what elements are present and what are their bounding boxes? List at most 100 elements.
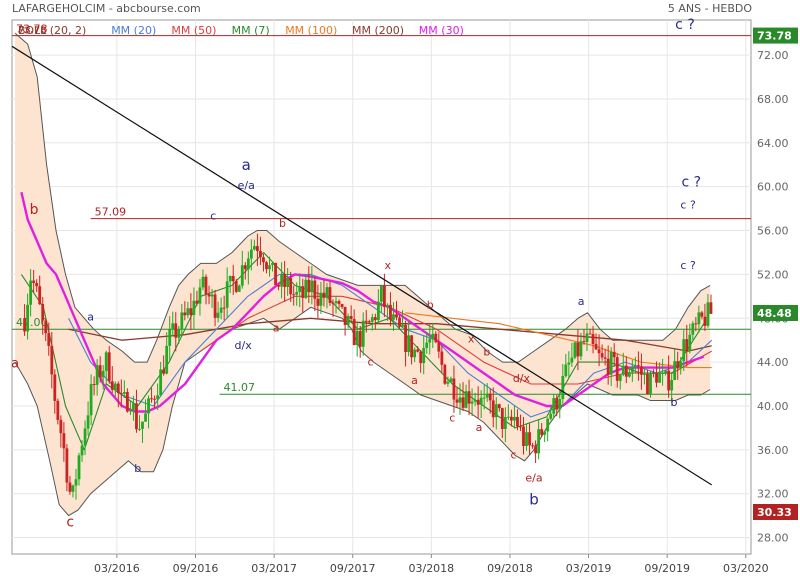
candlestick-chart: 73.7857.0947.0041.07 abcabcae/ad/xabcxab… [11,17,798,575]
candle-body [476,399,480,405]
candle-body [53,374,57,401]
candle-body [422,347,426,364]
candle-body [98,365,102,378]
candle-body [304,279,308,298]
candle-body [618,374,622,381]
candle-body [679,361,683,369]
candle-body [189,308,193,315]
candle-body [519,426,522,428]
candle-body [122,392,126,394]
candle-body [534,445,537,454]
candle-body [658,373,661,383]
candle-body [612,351,616,358]
wave-label: a [242,156,251,174]
candle-body [32,280,36,283]
x-tick-label: 03/2017 [251,562,297,575]
x-tick-label: 09/2019 [644,562,690,575]
candle-body [697,312,701,325]
wave-label: a [273,321,280,334]
wave-label: c ? [680,199,696,212]
candle-body [113,383,117,390]
y-tick-label: 44.00 [757,356,789,369]
candle-body [522,426,525,446]
candle-body [50,345,54,375]
candle-body [201,276,205,288]
candle-body [346,316,350,326]
candle-body [135,403,138,430]
candle-body [461,397,465,408]
candle-body [491,400,495,418]
candle-body [410,335,414,358]
candle-body [437,342,441,352]
candle-body [325,287,329,298]
chart-title: LAFARGEHOLCIM - abcbourse.com [12,2,201,15]
candle-body [71,485,75,492]
candle-body [107,352,111,382]
candle-body [59,419,63,434]
level-label: 41.07 [224,381,256,394]
candle-body [383,285,386,307]
candle-body [68,482,72,492]
candle-body [667,370,671,391]
candle-body [41,304,45,321]
candle-body [349,316,353,319]
wave-label: b [670,396,677,409]
legend: BOLL (20, 2) MM (20) MM (50) MM (7) MM (100)… [18,24,464,37]
candle-body [455,399,459,403]
candle-body [322,292,326,298]
candle-body [379,285,383,302]
candle-body [237,285,241,292]
candle-body [147,398,150,414]
candle-body [74,479,78,486]
y-tick-label: 68.00 [757,93,789,106]
candle-body [125,392,129,412]
candle-body [700,312,704,317]
candle-body [150,398,153,400]
candle-body [467,391,471,404]
candle-body [573,342,577,358]
candle-body [89,384,93,416]
candle-body [386,304,389,307]
wave-label: b [134,462,141,475]
wave-label: c [367,355,373,368]
candle-body [204,276,208,295]
candle-body [606,358,610,375]
x-tick-label: 03/2020 [723,562,769,575]
candle-body [576,342,580,357]
candle-body [513,416,516,421]
candle-body [434,333,438,343]
candle-body [633,365,637,367]
candle-body [440,351,444,365]
candle-body [216,312,220,318]
candle-body [268,265,271,270]
candle-body [703,316,707,326]
candle-body [26,304,30,332]
candle-body [168,329,172,346]
x-tick-label: 03/2018 [408,562,454,575]
candle-body [652,372,655,374]
candle-body [503,416,507,429]
candle-body [676,361,680,369]
candle-body [47,333,51,346]
legend-item: BOLL (20, 2) [18,24,86,37]
legend-item: MM (100) [285,24,337,37]
candle-body [62,433,66,449]
candle-body [419,351,423,364]
wave-label: a [476,421,483,434]
wave-label: b [427,298,434,311]
candle-body [570,357,574,363]
candle-body [180,312,184,330]
candle-body [104,352,108,371]
candle-body [646,374,649,394]
y-tick-label: 40.00 [757,400,789,413]
candle-body [425,342,429,348]
candle-body [177,329,181,338]
candle-body [44,320,48,334]
candle-body [129,410,132,412]
wave-label: a [411,374,418,387]
candle-body [101,370,105,378]
candle-body [446,381,450,384]
candle-body [404,324,407,352]
candle-body [546,418,550,432]
wave-label: d/x [513,372,531,385]
